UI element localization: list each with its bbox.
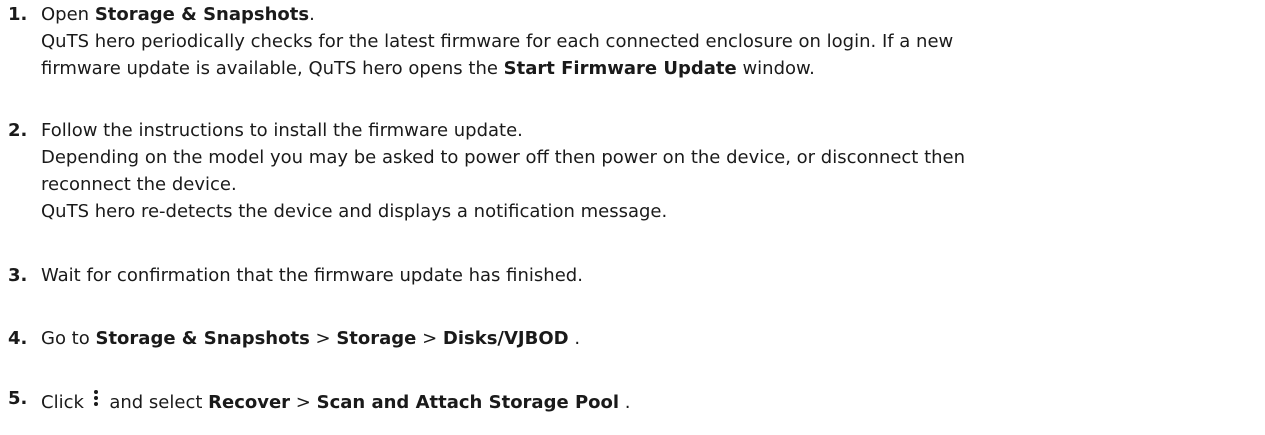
step-detail: firmware update is available, QuTS hero … [41, 55, 1251, 82]
ui-path-storage-snapshots: Storage & Snapshots [95, 328, 310, 349]
step-body: Click and select Recover > Scan and Atta… [41, 389, 1251, 416]
text: window. [736, 58, 815, 79]
text: firmware update is available, QuTS hero … [41, 58, 504, 79]
ui-path-storage-snapshots: Storage & Snapshots [94, 4, 310, 25]
procedure-steps: 1. Open Storage & Snapshots. QuTS hero p… [0, 0, 1265, 435]
text: Click [41, 392, 90, 413]
step-detail: QuTS hero re-detects the device and disp… [41, 201, 668, 222]
text: . [568, 328, 581, 349]
step-detail: QuTS hero periodically checks for the la… [41, 31, 954, 52]
ui-window-name: Start Firmware Update [503, 58, 737, 79]
path-separator: > [416, 328, 443, 349]
step-body: Wait for confirmation that the firmware … [41, 262, 1251, 289]
ui-path-disks-vjbod: Disks/VJBOD [442, 328, 569, 349]
path-separator: > [309, 328, 337, 349]
text: Open [41, 4, 95, 25]
step-number: 4. [8, 328, 28, 349]
ui-path-storage: Storage [336, 328, 417, 349]
step-body: Go to Storage & Snapshots > Storage > Di… [41, 325, 1251, 352]
step-number: 2. [8, 120, 28, 141]
ui-path-recover: Recover [208, 392, 291, 413]
path-separator: > [290, 392, 317, 413]
step-instruction: Click and select Recover > Scan and Atta… [41, 389, 1251, 416]
step-body: Follow the instructions to install the f… [41, 117, 1251, 225]
more-vertical-icon [92, 389, 100, 411]
step-number: 1. [8, 4, 28, 25]
step-instruction: Wait for confirmation that the firmware … [41, 265, 583, 286]
step-number: 3. [8, 265, 28, 286]
text: and select [103, 392, 209, 413]
step-instruction: Open Storage & Snapshots. [41, 1, 1251, 28]
text: . [309, 4, 315, 25]
step-detail: reconnect the device. [41, 174, 237, 195]
text: . [619, 392, 631, 413]
step-instruction: Follow the instructions to install the f… [41, 120, 523, 141]
text: Go to [41, 328, 96, 349]
step-body: Open Storage & Snapshots. QuTS hero peri… [41, 1, 1251, 82]
ui-path-scan-attach-pool: Scan and Attach Storage Pool [316, 392, 620, 413]
step-detail: Depending on the model you may be asked … [41, 147, 966, 168]
step-number: 5. [8, 388, 28, 409]
step-instruction: Go to Storage & Snapshots > Storage > Di… [41, 325, 1251, 352]
